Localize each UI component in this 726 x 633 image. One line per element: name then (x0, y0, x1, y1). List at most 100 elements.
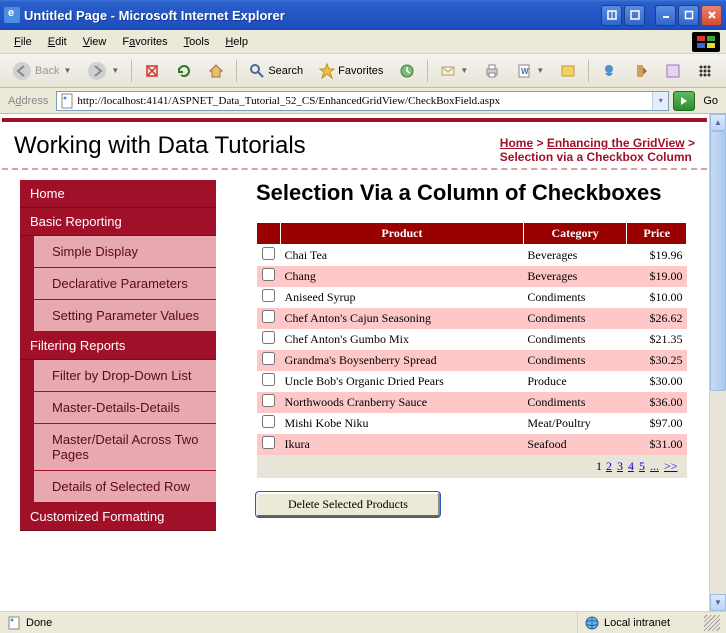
cell-price: $30.00 (627, 371, 687, 392)
left-nav: Home Basic Reporting Simple Display Decl… (20, 180, 216, 531)
done-icon (6, 615, 22, 631)
research-button[interactable] (627, 59, 655, 83)
back-button[interactable]: Back ▼ (6, 57, 77, 85)
pager-4[interactable]: 4 (627, 459, 635, 473)
window-restore-left-button[interactable] (601, 5, 622, 26)
favorites-button[interactable]: Favorites (313, 59, 389, 83)
discuss-button[interactable] (554, 59, 582, 83)
scroll-down-button[interactable]: ▼ (710, 594, 726, 611)
extra-button[interactable] (691, 59, 719, 83)
table-row: Chai TeaBeverages$19.96 (257, 245, 687, 267)
row-checkbox[interactable] (262, 289, 275, 302)
windows-flag-icon (692, 32, 720, 52)
row-checkbox[interactable] (262, 352, 275, 365)
scroll-thumb[interactable] (710, 131, 726, 391)
nav-simple-display[interactable]: Simple Display (20, 236, 216, 268)
row-checkbox[interactable] (262, 268, 275, 281)
row-checkbox[interactable] (262, 310, 275, 323)
top-accent-bar (2, 118, 707, 122)
cell-price: $19.96 (627, 245, 687, 267)
nav-master-details[interactable]: Master-Details-Details (20, 392, 216, 424)
edit-button[interactable]: W▼ (510, 59, 550, 83)
stop-button[interactable] (138, 59, 166, 83)
resize-grip[interactable] (704, 615, 720, 631)
svg-text:W: W (521, 67, 529, 76)
addressbar: Address ▾ Go (0, 88, 726, 114)
row-checkbox[interactable] (262, 331, 275, 344)
nav-master-two-pages[interactable]: Master/Detail Across Two Pages (20, 424, 216, 471)
nav-home[interactable]: Home (20, 180, 216, 208)
site-title: Working with Data Tutorials (14, 132, 500, 160)
window-close-button[interactable] (701, 5, 722, 26)
cell-product: Grandma's Boysenberry Spread (281, 350, 524, 371)
nav-declarative-parameters[interactable]: Declarative Parameters (20, 268, 216, 300)
row-checkbox[interactable] (262, 394, 275, 407)
pager-5[interactable]: 5 (638, 459, 646, 473)
row-checkbox[interactable] (262, 373, 275, 386)
address-label: Address (4, 95, 52, 107)
nav-filter-ddl[interactable]: Filter by Drop-Down List (20, 360, 216, 392)
address-input[interactable] (77, 93, 652, 109)
cell-product: Chef Anton's Gumbo Mix (281, 329, 524, 350)
menu-tools[interactable]: Tools (176, 34, 218, 50)
history-button[interactable] (393, 59, 421, 83)
cell-price: $21.35 (627, 329, 687, 350)
breadcrumb-home[interactable]: Home (500, 136, 533, 150)
table-row: Uncle Bob's Organic Dried PearsProduce$3… (257, 371, 687, 392)
refresh-button[interactable] (170, 59, 198, 83)
cell-category: Produce (523, 371, 627, 392)
intranet-icon (584, 615, 600, 631)
table-row: Northwoods Cranberry SauceCondiments$36.… (257, 392, 687, 413)
menu-help[interactable]: Help (217, 34, 256, 50)
go-label: Go (699, 95, 722, 107)
chevron-down-icon: ▼ (111, 66, 119, 75)
pager-dots[interactable]: ... (649, 459, 660, 473)
menu-view[interactable]: View (75, 34, 115, 50)
main-content: Selection Via a Column of Checkboxes Pro… (216, 180, 707, 531)
page-heading: Selection Via a Column of Checkboxes (256, 180, 687, 206)
vertical-scrollbar[interactable]: ▲ ▼ (709, 114, 726, 611)
row-checkbox[interactable] (262, 415, 275, 428)
breadcrumb: Home > Enhancing the GridView > Selectio… (500, 136, 695, 164)
address-input-wrap[interactable]: ▾ (56, 91, 669, 111)
go-button[interactable] (673, 91, 695, 111)
menu-favorites[interactable]: Favorites (114, 34, 175, 50)
statusbar: Done Local intranet (0, 611, 726, 633)
toolbar: Back ▼ ▼ Search Favorites ▼ W▼ (0, 54, 726, 88)
window-restore-right-button[interactable] (624, 5, 645, 26)
cell-category: Beverages (523, 245, 627, 267)
cell-category: Condiments (523, 308, 627, 329)
menu-edit[interactable]: Edit (40, 34, 75, 50)
table-row: Chef Anton's Cajun SeasoningCondiments$2… (257, 308, 687, 329)
home-button[interactable] (202, 59, 230, 83)
delete-selected-button[interactable]: Delete Selected Products (256, 492, 440, 517)
pager-last[interactable]: >> (663, 459, 679, 473)
page-icon (59, 93, 75, 109)
forward-button[interactable]: ▼ (81, 57, 125, 85)
address-dropdown[interactable]: ▾ (652, 92, 668, 110)
pager-2[interactable]: 2 (605, 459, 613, 473)
scroll-up-button[interactable]: ▲ (710, 114, 726, 131)
menu-file[interactable]: File (6, 34, 40, 50)
nav-filtering-reports[interactable]: Filtering Reports (20, 332, 216, 360)
zone-label: Local intranet (604, 617, 670, 629)
breadcrumb-current: Selection via a Checkbox Column (500, 150, 692, 164)
onenote-button[interactable] (659, 59, 687, 83)
nav-customized-formatting[interactable]: Customized Formatting (20, 503, 216, 531)
row-checkbox[interactable] (262, 436, 275, 449)
table-row: ChangBeverages$19.00 (257, 266, 687, 287)
pager-3[interactable]: 3 (616, 459, 624, 473)
search-button[interactable]: Search (243, 59, 309, 83)
row-checkbox[interactable] (262, 247, 275, 260)
cell-product: Uncle Bob's Organic Dried Pears (281, 371, 524, 392)
print-button[interactable] (478, 59, 506, 83)
cell-category: Seafood (523, 434, 627, 455)
mail-button[interactable]: ▼ (434, 59, 474, 83)
breadcrumb-section[interactable]: Enhancing the GridView (547, 136, 685, 150)
nav-basic-reporting[interactable]: Basic Reporting (20, 208, 216, 236)
messenger-button[interactable] (595, 59, 623, 83)
nav-setting-parameter[interactable]: Setting Parameter Values (20, 300, 216, 332)
window-maximize-button[interactable] (678, 5, 699, 26)
nav-details-selected[interactable]: Details of Selected Row (20, 471, 216, 503)
window-minimize-button[interactable] (655, 5, 676, 26)
